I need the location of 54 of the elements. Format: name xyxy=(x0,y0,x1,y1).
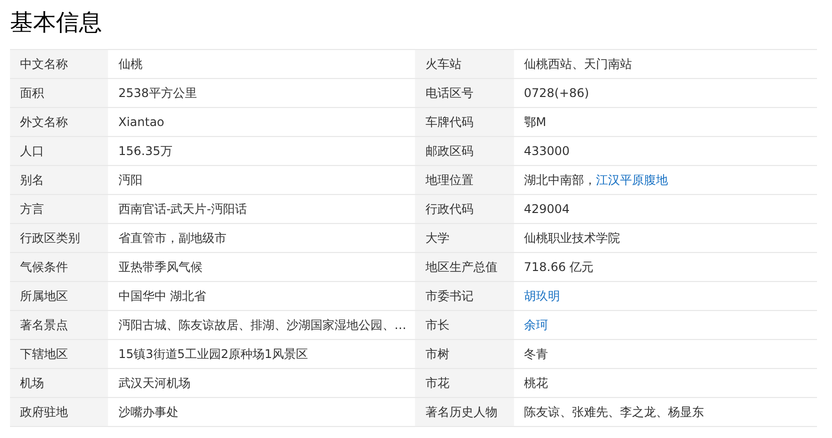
field-value: 省直管市，副地级市 xyxy=(108,224,412,252)
field-value: 15镇3街道5工业园2原种场1风景区 xyxy=(108,340,412,368)
field-value: 武汉天河机场 xyxy=(108,368,412,398)
field-value: 0728(+86) xyxy=(514,78,817,108)
field-label: 外文名称 xyxy=(10,108,108,136)
field-label: 人口 xyxy=(10,136,108,166)
field-label: 大学 xyxy=(415,224,514,252)
field-value: 156.35万 xyxy=(108,136,412,166)
field-label: 著名景点 xyxy=(10,310,108,340)
field-label: 下辖地区 xyxy=(10,340,108,368)
field-label: 市长 xyxy=(415,310,514,340)
field-value: 冬青 xyxy=(514,340,817,368)
field-label: 著名历史人物 xyxy=(415,398,514,426)
field-label: 中文名称 xyxy=(10,50,108,78)
field-label: 地区生产总值 xyxy=(415,252,514,282)
field-value: 湖北中南部， xyxy=(524,172,596,186)
field-value: 仙桃西站、天门南站 xyxy=(514,50,817,78)
section-title: 基本信息 xyxy=(10,9,103,38)
field-label: 面积 xyxy=(10,78,108,108)
field-value: 西南官话-武天片-沔阳话 xyxy=(108,194,412,224)
field-value: 429004 xyxy=(514,194,817,224)
field-label: 方言 xyxy=(10,194,108,224)
field-label: 机场 xyxy=(10,368,108,398)
field-value: 中国华中 湖北省 xyxy=(108,282,412,310)
link[interactable]: 江汉平原腹地 xyxy=(596,172,668,186)
field-value: 沙嘴办事处 xyxy=(108,398,412,426)
field-value: 718.66 亿元 xyxy=(514,252,817,282)
link[interactable]: 余珂 xyxy=(524,318,548,332)
field-label: 别名 xyxy=(10,166,108,194)
field-value: 鄂M xyxy=(514,108,817,136)
field-label: 地理位置 xyxy=(415,166,514,194)
field-label: 市树 xyxy=(415,340,514,368)
field-label: 行政代码 xyxy=(415,194,514,224)
field-label: 火车站 xyxy=(415,50,514,78)
field-value: 仙桃 xyxy=(108,50,412,78)
field-value: 陈友谅、张难先、李之龙、杨显东 xyxy=(514,398,817,426)
field-label: 车牌代码 xyxy=(415,108,514,136)
field-value: 433000 xyxy=(514,136,817,166)
link[interactable]: 胡玖明 xyxy=(524,288,560,302)
field-label: 气候条件 xyxy=(10,252,108,282)
field-label: 行政区类别 xyxy=(10,224,108,252)
field-value: 亚热带季风气候 xyxy=(108,252,412,282)
field-value: 沔阳 xyxy=(108,166,412,194)
field-value: 沔阳古城、陈友谅故居、排湖、沙湖国家湿地公园、… xyxy=(108,310,412,340)
field-value: Xiantao xyxy=(108,108,412,136)
field-value: 2538平方公里 xyxy=(108,78,412,108)
field-label: 政府驻地 xyxy=(10,398,108,426)
field-label: 邮政区码 xyxy=(415,136,514,166)
field-label: 市委书记 xyxy=(415,282,514,310)
field-value: 桃花 xyxy=(514,368,817,398)
field-label: 市花 xyxy=(415,368,514,398)
field-value: 仙桃职业技术学院 xyxy=(514,224,817,252)
field-label: 所属地区 xyxy=(10,282,108,310)
field-label: 电话区号 xyxy=(415,78,514,108)
